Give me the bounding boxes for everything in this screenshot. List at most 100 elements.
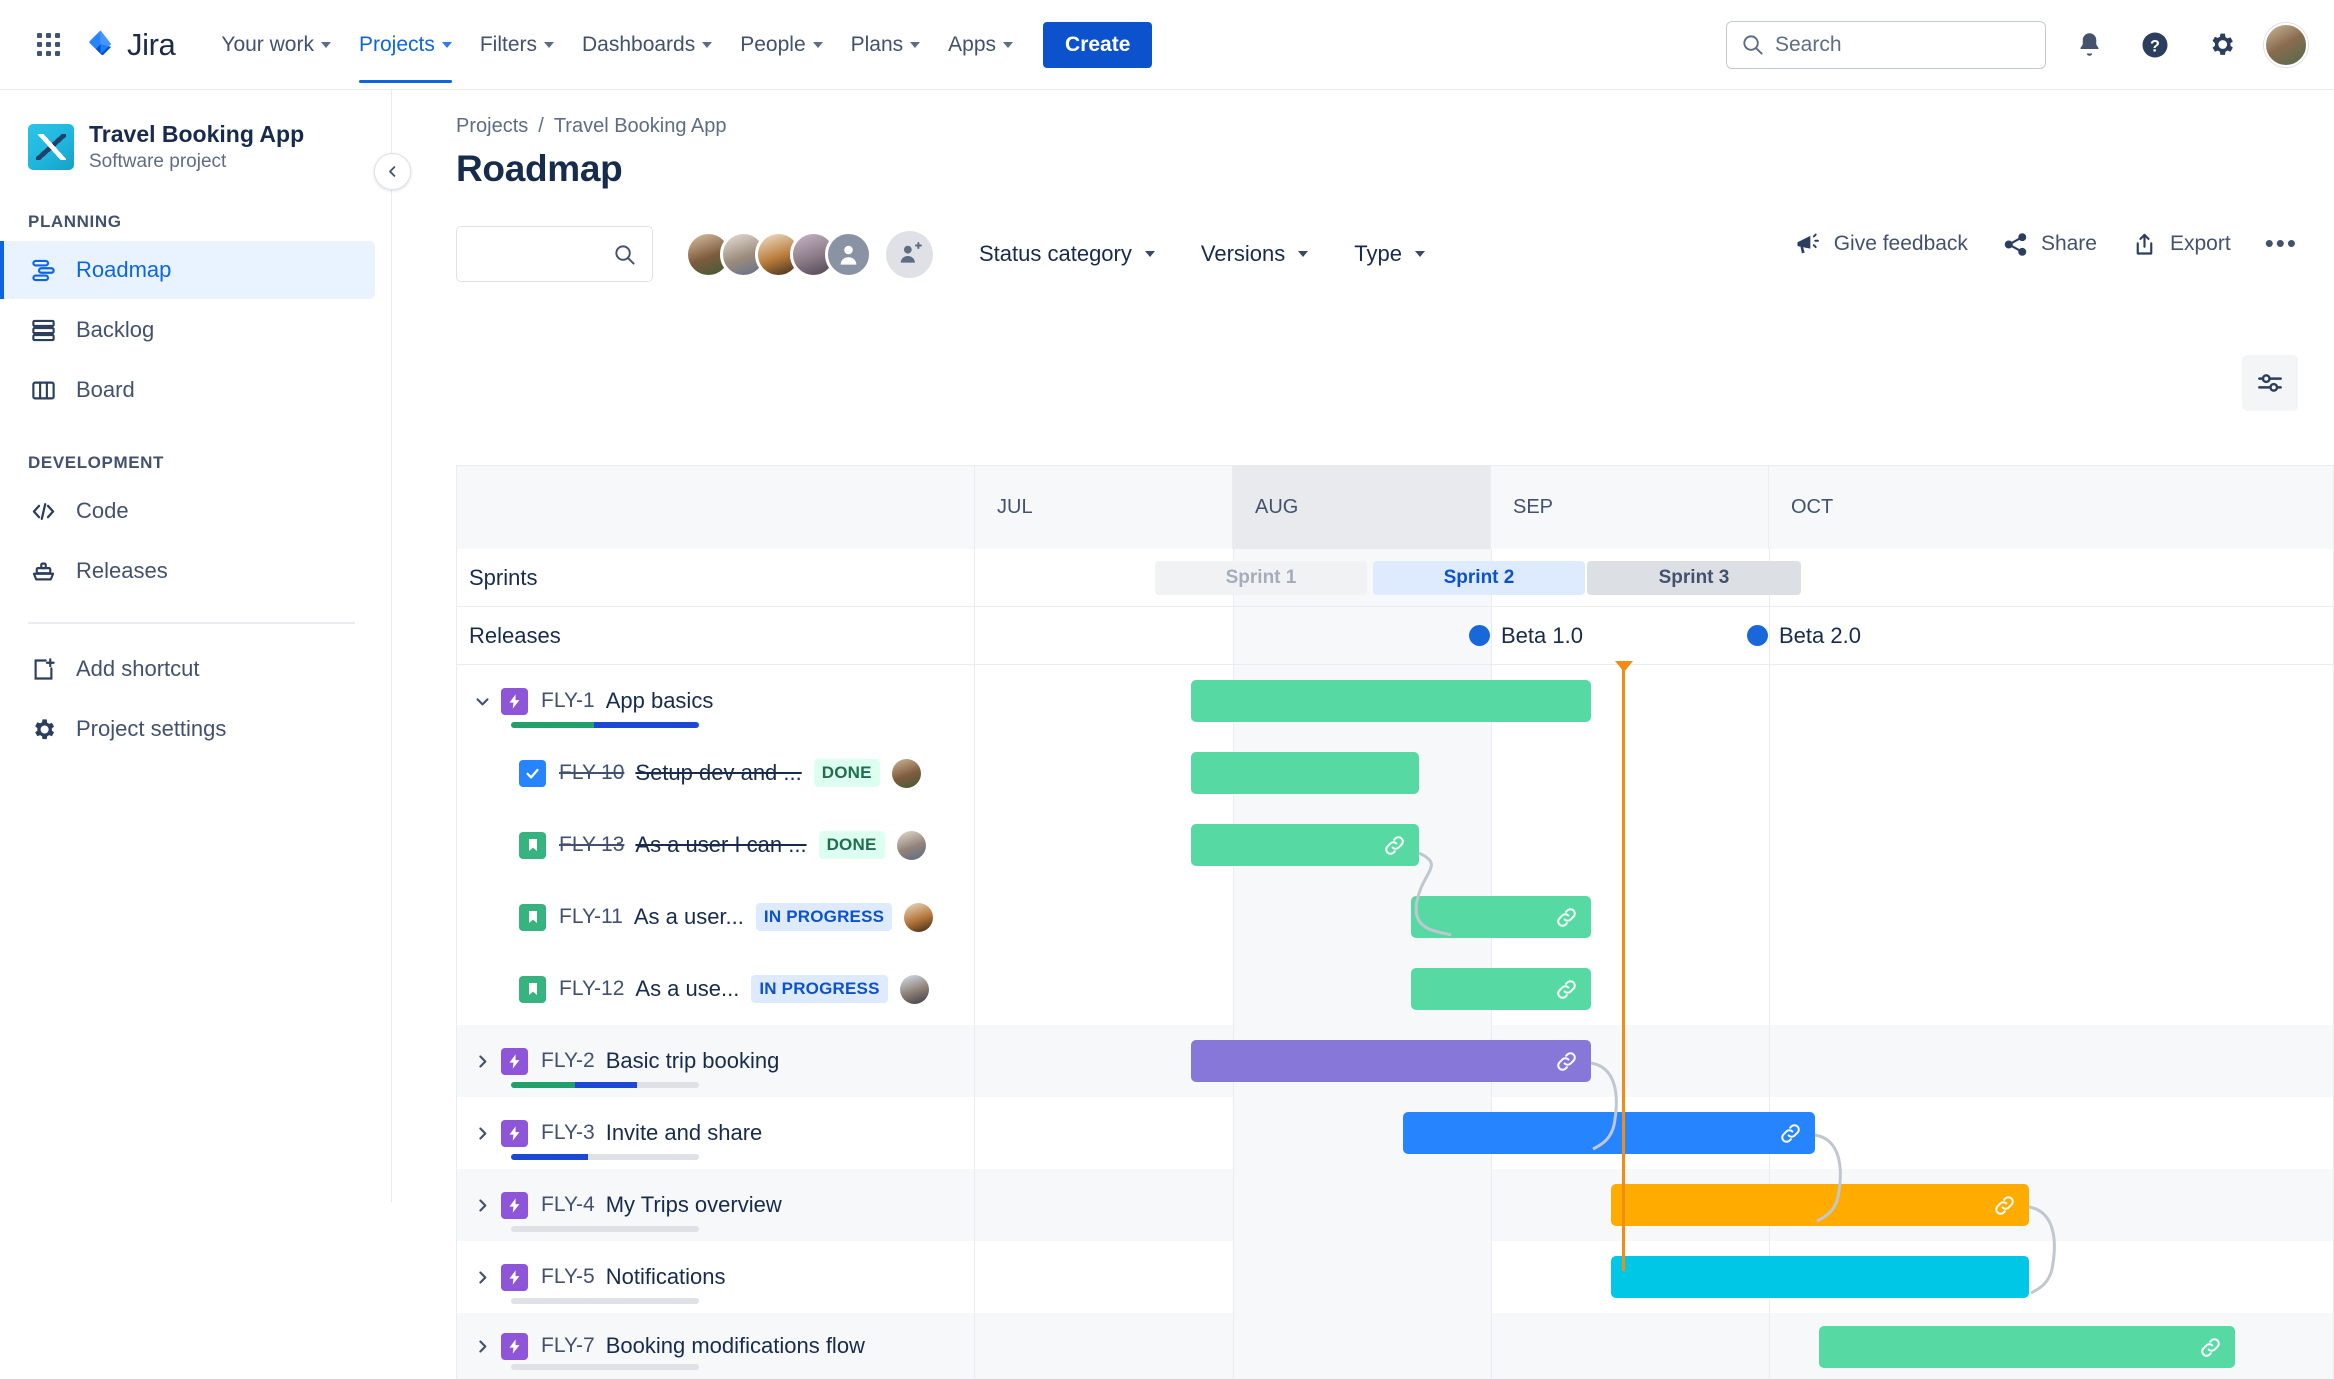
nav-filters[interactable]: Filters (468, 24, 566, 66)
chevron-down-icon (441, 41, 452, 48)
epic-row-fly-5[interactable]: FLY-5 Notifications (456, 1241, 2334, 1313)
issue-row-fly-13[interactable]: FLY-13 As a user I can ... DONE (456, 809, 2334, 937)
releases-track: Beta 1.0 Beta 2.0 (975, 607, 2333, 664)
release-marker-beta-2[interactable]: Beta 2.0 (1747, 623, 1861, 649)
issue-key[interactable]: FLY-13 (559, 833, 624, 857)
gear-icon[interactable] (2198, 22, 2244, 68)
issue-key[interactable]: FLY-5 (541, 1265, 595, 1289)
nav-projects[interactable]: Projects (347, 24, 464, 83)
issue-key[interactable]: FLY-7 (541, 1334, 595, 1358)
expand-toggle-fly-5[interactable] (469, 1264, 495, 1290)
status-badge[interactable]: DONE (813, 759, 880, 787)
expand-toggle-fly-1[interactable] (469, 688, 495, 714)
jira-logo[interactable]: Jira (84, 27, 176, 63)
status-badge[interactable]: IN PROGRESS (751, 975, 888, 1003)
sidebar-item-add-shortcut[interactable]: Add shortcut (0, 640, 375, 698)
status-badge[interactable]: DONE (818, 831, 885, 859)
gantt-bar-fly-3[interactable] (1403, 1112, 1815, 1154)
add-people-button[interactable] (886, 230, 933, 278)
epic-row-fly-4[interactable]: FLY-4 My Trips overview (456, 1169, 2334, 1295)
export-button[interactable]: Export (2131, 231, 2231, 258)
issue-key[interactable]: FLY-3 (541, 1121, 595, 1145)
sidebar-item-board[interactable]: Board (0, 361, 375, 419)
issue-key[interactable]: FLY-11 (559, 905, 623, 929)
nav-apps[interactable]: Apps (936, 24, 1025, 66)
help-icon[interactable]: ? (2132, 22, 2178, 68)
sprint-chip-3[interactable]: Sprint 3 (1587, 560, 1801, 595)
issue-key[interactable]: FLY-10 (559, 761, 624, 785)
assignee-avatar[interactable] (891, 758, 921, 788)
expand-toggle-fly-2[interactable] (469, 1048, 495, 1074)
gantt-bar-fly-10[interactable] (1191, 752, 1419, 794)
nav-people[interactable]: People (728, 24, 834, 66)
issue-track (975, 1241, 2333, 1313)
sidebar-section-development: DEVELOPMENT (28, 453, 165, 473)
expand-toggle-fly-7[interactable] (469, 1333, 495, 1359)
give-feedback-button[interactable]: Give feedback (1794, 230, 1968, 258)
nav-your-work[interactable]: Your work (209, 24, 343, 66)
issue-summary: My Trips overview (605, 1192, 782, 1217)
epic-row-fly-2[interactable]: FLY-2 Basic trip booking (456, 1025, 2334, 1151)
notification-bell-icon[interactable] (2066, 22, 2112, 68)
app-switcher-icon[interactable] (26, 23, 70, 67)
grid-line (1233, 1097, 1234, 1169)
share-button[interactable]: Share (2002, 231, 2097, 258)
sidebar-item-project-settings[interactable]: Project settings (0, 700, 375, 758)
issue-key[interactable]: FLY-4 (541, 1193, 595, 1217)
filter-status-category[interactable]: Status category (979, 241, 1155, 267)
expand-toggle-fly-3[interactable] (469, 1120, 495, 1146)
epic-row-fly-1[interactable]: FLY-1 App basics (456, 665, 2334, 737)
filter-versions[interactable]: Versions (1201, 241, 1309, 267)
issue-row-fly-12[interactable]: FLY-12 As a use... IN PROGRESS (456, 953, 2334, 1025)
nav-plans[interactable]: Plans (839, 24, 933, 66)
epic-type-icon (501, 1047, 528, 1075)
filter-type[interactable]: Type (1354, 241, 1425, 267)
issue-row-fly-10[interactable]: FLY-10 Setup dev and ... DONE (456, 737, 2334, 809)
breadcrumb-projects[interactable]: Projects (456, 115, 528, 138)
sidebar-item-backlog[interactable]: Backlog (0, 301, 375, 359)
project-header[interactable]: Travel Booking App Software project (0, 112, 391, 178)
issue-key[interactable]: FLY-12 (559, 977, 624, 1001)
epic-type-icon (501, 1332, 528, 1360)
create-button[interactable]: Create (1043, 21, 1153, 68)
sidebar-item-releases[interactable]: Releases (0, 542, 375, 600)
view-settings-button[interactable] (2242, 355, 2298, 411)
breadcrumb-project[interactable]: Travel Booking App (554, 115, 727, 138)
current-month-band (1233, 1169, 1491, 1241)
avatar[interactable] (825, 230, 872, 278)
epic-row-fly-7[interactable]: FLY-7 Booking modifications flow (456, 1313, 2334, 1379)
issue-label-cell: FLY-4 My Trips overview (457, 1169, 975, 1241)
sidebar-item-code[interactable]: Code (0, 482, 375, 540)
releases-icon (28, 556, 58, 586)
gantt-bar-fly-7[interactable] (1819, 1326, 2235, 1368)
search-input[interactable] (456, 226, 653, 282)
sprint-chip-1[interactable]: Sprint 1 (1155, 560, 1367, 595)
gantt-bar-fly-1[interactable] (1191, 680, 1591, 722)
global-search-input[interactable]: Search (1726, 20, 2046, 69)
gantt-bar-fly-12[interactable] (1411, 968, 1591, 1010)
epic-type-icon (501, 1191, 528, 1219)
issue-key[interactable]: FLY-1 (541, 689, 595, 713)
status-badge[interactable]: IN PROGRESS (755, 903, 893, 931)
sidebar-item-roadmap[interactable]: Roadmap (0, 241, 375, 300)
epic-row-fly-3[interactable]: FLY-3 Invite and share (456, 1097, 2334, 1223)
release-marker-beta-1[interactable]: Beta 1.0 (1469, 623, 1583, 649)
collapse-sidebar-button[interactable] (374, 153, 411, 190)
sliders-icon (2258, 374, 2282, 392)
assignee-avatar[interactable] (896, 830, 926, 860)
issue-row-fly-11[interactable]: FLY-11 As a user... IN PROGRESS (456, 881, 2334, 953)
more-actions-button[interactable]: ••• (2265, 231, 2298, 256)
sprint-chip-2[interactable]: Sprint 2 (1373, 560, 1585, 595)
issue-key[interactable]: FLY-2 (541, 1049, 595, 1073)
nav-dashboards[interactable]: Dashboards (570, 24, 724, 66)
expand-toggle-fly-4[interactable] (469, 1192, 495, 1218)
assignee-avatar[interactable] (899, 974, 929, 1004)
grid-line (1233, 1169, 1234, 1241)
assignee-avatar[interactable] (904, 902, 934, 932)
gantt-bar-fly-5[interactable] (1611, 1256, 2029, 1298)
profile-avatar[interactable] (2264, 22, 2308, 67)
gantt-bar-fly-11[interactable] (1411, 896, 1591, 938)
gantt-bar-fly-4[interactable] (1611, 1184, 2029, 1226)
gantt-bar-fly-13[interactable] (1191, 824, 1419, 866)
gantt-bar-fly-2[interactable] (1191, 1040, 1591, 1082)
